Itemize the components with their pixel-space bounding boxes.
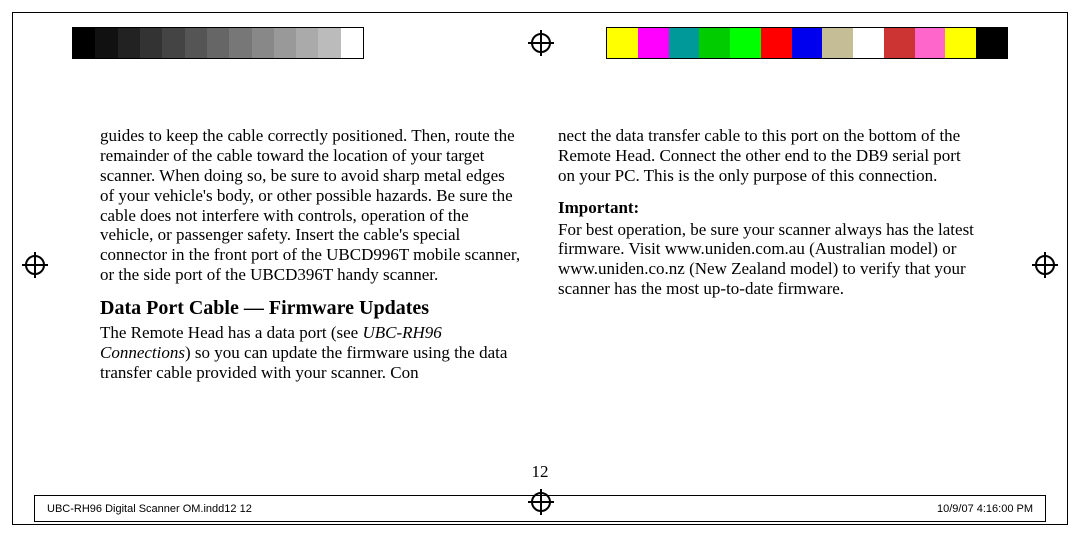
page-number: 12 [0,462,1080,482]
paragraph-cable-routing: guides to keep the cable correctly posit… [100,126,522,285]
grayscale-step-wedge [72,27,364,59]
registration-mark-icon [22,252,48,278]
slug-filename: UBC-RH96 Digital Scanner OM.indd12 12 [47,503,252,515]
paragraph-data-port-intro: The Remote Head has a data port (see UBC… [100,323,522,383]
color-calibration-bar [606,27,1008,59]
paragraph-data-port-connection: nect the data transfer cable to this por… [558,126,980,186]
slug-timestamp: 10/9/07 4:16:00 PM [937,503,1033,515]
registration-mark-icon [528,30,554,56]
paragraph-important: Important: For best operation, be sure y… [558,198,980,299]
important-label: Important: [558,198,980,218]
registration-mark-icon [1032,252,1058,278]
heading-data-port: Data Port Cable — Firmware Updates [100,297,522,320]
important-text: For best operation, be sure your scanner… [558,220,974,299]
slug-line: UBC-RH96 Digital Scanner OM.indd12 12 10… [34,495,1046,522]
body-text-columns: guides to keep the cable correctly posit… [100,126,980,395]
print-proof-page: guides to keep the cable correctly posit… [0,0,1080,537]
